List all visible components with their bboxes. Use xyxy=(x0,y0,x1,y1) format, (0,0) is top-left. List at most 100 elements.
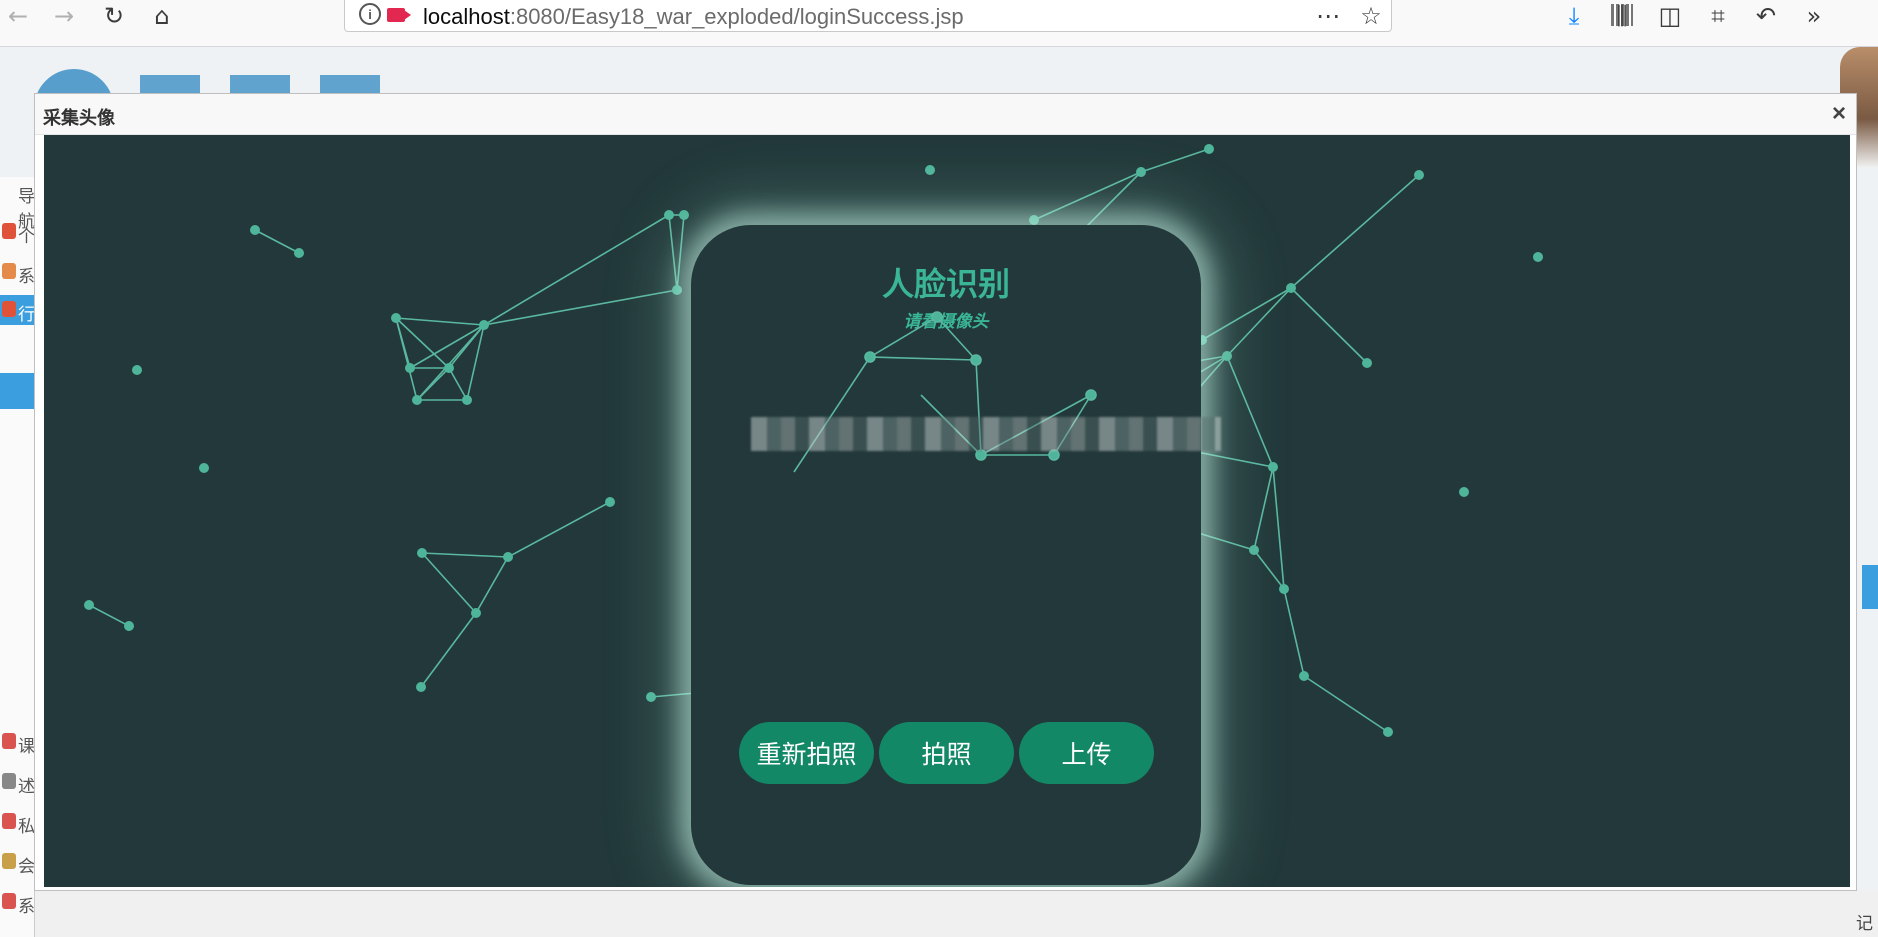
network-edge xyxy=(1201,287,1292,341)
network-edge xyxy=(420,612,477,688)
network-edge xyxy=(421,552,509,558)
capture-photo-button[interactable]: 拍照 xyxy=(879,722,1014,784)
sidebar-item[interactable]: 导航 xyxy=(0,177,35,231)
page-actions-icon[interactable]: ⋯ xyxy=(1312,0,1344,32)
sidebar-item[interactable]: 个 xyxy=(0,217,35,247)
network-edge xyxy=(1290,287,1368,364)
network-node xyxy=(405,363,415,373)
network-edge xyxy=(416,324,485,401)
overflow-chevrons-icon[interactable]: » xyxy=(1798,0,1830,32)
network-node xyxy=(132,365,142,375)
network-edge xyxy=(88,604,130,627)
downloads-icon[interactable]: ⤓ xyxy=(1558,0,1590,32)
network-node xyxy=(925,165,935,175)
network-node xyxy=(124,621,134,631)
right-panel-tab[interactable] xyxy=(1862,565,1878,609)
right-panel-label: 记 xyxy=(1856,914,1873,933)
network-node xyxy=(471,608,481,618)
sidebar-icon[interactable]: ◫ xyxy=(1654,0,1686,32)
network-edge xyxy=(1253,549,1285,590)
network-edge xyxy=(1033,171,1142,221)
network-node xyxy=(1136,167,1146,177)
network-node xyxy=(444,363,454,373)
network-node xyxy=(1268,462,1278,472)
network-node xyxy=(294,248,304,258)
sidebar-item-active[interactable]: 行 xyxy=(0,295,35,325)
upload-button[interactable]: 上传 xyxy=(1019,722,1154,784)
network-node xyxy=(1029,215,1039,225)
network-edge xyxy=(421,552,477,614)
network-edge xyxy=(1303,675,1389,733)
network-edge xyxy=(1272,466,1285,590)
network-node xyxy=(84,600,94,610)
url-bar[interactable]: i localhost:8080/Easy18_war_exploded/log… xyxy=(344,0,1633,32)
network-node xyxy=(672,285,682,295)
sidebar-item[interactable]: 课 xyxy=(0,727,35,757)
network-edge xyxy=(676,214,685,291)
network-edge xyxy=(416,367,450,401)
network-edge xyxy=(448,367,468,401)
network-node xyxy=(1299,671,1309,681)
face-recognition-card: 人脸识别 请看摄像头 重新拍照 拍照 上传 xyxy=(691,225,1221,885)
network-node xyxy=(1459,487,1469,497)
sidebar-item[interactable]: 会 xyxy=(0,847,35,877)
network-node xyxy=(416,682,426,692)
network-node xyxy=(199,463,209,473)
cart-icon xyxy=(2,773,16,789)
undo-icon[interactable]: ↶ xyxy=(1750,0,1782,32)
bookmark-star-icon[interactable]: ☆ xyxy=(1355,0,1387,32)
network-node xyxy=(1249,545,1259,555)
network-animation-stage: 人脸识别 请看摄像头 重新拍照 拍照 上传 xyxy=(44,135,1850,887)
crop-screenshot-icon[interactable]: ⌗ xyxy=(1702,0,1734,32)
card-network-overlay xyxy=(793,311,1097,473)
browser-toolbar: ← → ↻ ⌂ i localhost:8080/Easy18_war_expl… xyxy=(0,0,1878,47)
network-node xyxy=(417,548,427,558)
reload-icon[interactable]: ↻ xyxy=(98,0,130,32)
network-node xyxy=(605,497,615,507)
network-node xyxy=(1383,727,1393,737)
dialog-title: 采集头像 xyxy=(43,108,115,128)
network-edge xyxy=(1253,466,1274,551)
network-edge xyxy=(254,229,300,254)
network-edge xyxy=(475,556,509,614)
library-icon[interactable]: ⫼ xyxy=(1606,0,1638,32)
site-info-icon[interactable]: i xyxy=(359,3,381,25)
forward-arrow-icon[interactable]: → xyxy=(48,0,80,32)
capture-avatar-dialog: 采集头像 × 人脸识别 请看摄像头 重新拍照 拍照 上传 xyxy=(34,93,1857,891)
retake-photo-button[interactable]: 重新拍照 xyxy=(739,722,874,784)
network-edge xyxy=(507,501,611,558)
network-edge xyxy=(395,317,418,401)
sidebar-item[interactable]: 私 xyxy=(0,807,35,837)
network-edge xyxy=(409,324,485,369)
gear-icon xyxy=(2,263,16,279)
course-icon xyxy=(2,733,16,749)
home-icon[interactable]: ⌂ xyxy=(146,0,178,32)
back-arrow-icon[interactable]: ← xyxy=(2,0,34,32)
network-edge xyxy=(1226,287,1292,357)
network-node xyxy=(1414,170,1424,180)
network-node xyxy=(1533,252,1543,262)
sidebar-item[interactable]: 述 xyxy=(0,767,35,797)
money-icon xyxy=(2,813,16,829)
network-node xyxy=(503,552,513,562)
network-edge xyxy=(668,214,678,291)
network-edge xyxy=(1226,355,1274,468)
camera-in-use-icon[interactable] xyxy=(387,8,411,22)
network-node xyxy=(1279,584,1289,594)
group-icon xyxy=(2,301,16,317)
network-node xyxy=(664,210,674,220)
user-icon xyxy=(2,223,16,239)
network-node xyxy=(646,692,656,702)
sidebar-item[interactable]: 系 xyxy=(0,257,35,287)
network-edge xyxy=(1140,148,1210,173)
network-node xyxy=(250,225,260,235)
sidebar-item[interactable]: 系 xyxy=(0,887,35,917)
network-edge xyxy=(395,317,485,326)
close-icon[interactable]: × xyxy=(1832,100,1846,128)
pixelated-face-region xyxy=(751,417,1221,451)
url-text[interactable]: localhost:8080/Easy18_war_exploded/login… xyxy=(423,4,964,30)
network-node xyxy=(679,210,689,220)
background-sidebar: 导航 个 系 行 课 述 私 会 系 xyxy=(0,177,35,937)
member-icon xyxy=(2,853,16,869)
sidebar-subitem-active[interactable] xyxy=(0,373,34,409)
